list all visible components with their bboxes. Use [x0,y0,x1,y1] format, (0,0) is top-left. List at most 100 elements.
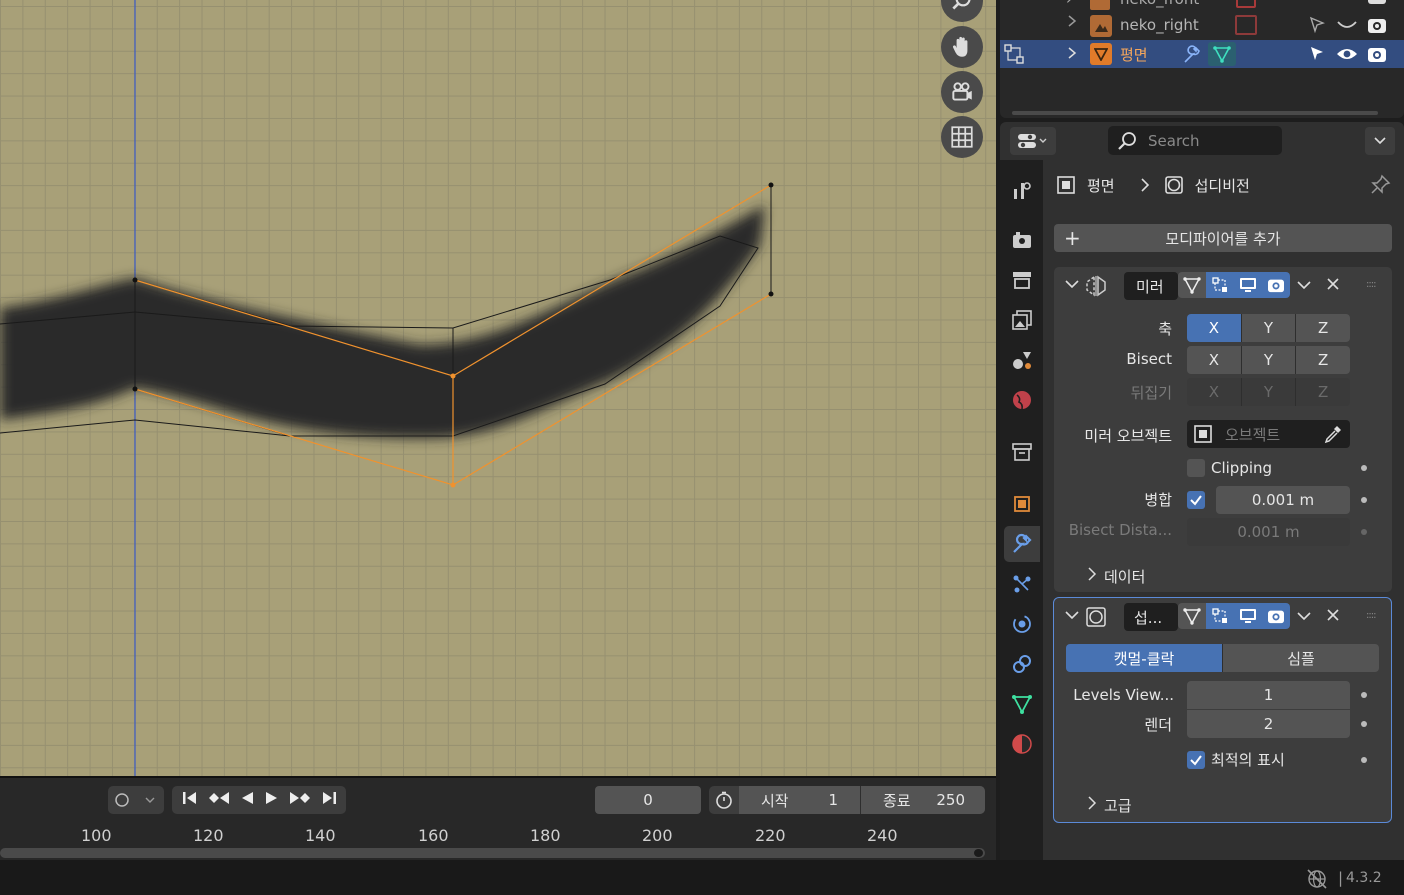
object-mode-icon[interactable] [1004,44,1024,68]
advanced-subpanel-label[interactable]: 고급 [1104,795,1132,816]
tab-world[interactable] [1004,382,1040,418]
select-arrow-icon[interactable] [1308,16,1326,38]
chevron-down-icon[interactable] [1064,608,1080,626]
optimal-display-checkbox[interactable] [1187,751,1205,769]
outliner-row[interactable]: neko_right [1000,12,1404,40]
render-camera-icon[interactable] [1367,16,1387,38]
flip-y-toggle[interactable]: Y [1241,378,1297,406]
outliner-row-selected[interactable]: 평면 [1000,40,1404,68]
axis-z-toggle[interactable]: Z [1296,314,1350,342]
keyframe-dot[interactable] [1361,465,1367,471]
timeline-scrollbar[interactable] [0,848,985,858]
options-dropdown[interactable] [1365,127,1395,155]
render-camera-icon[interactable] [1262,272,1290,298]
modifier-name-field[interactable]: 섭... [1124,603,1178,631]
tab-tool[interactable] [1004,172,1040,208]
tab-modifiers[interactable] [1004,526,1040,562]
mirror-object-field[interactable]: 오브젝트 [1187,420,1350,448]
eyedropper-icon[interactable] [1323,424,1343,448]
viewport-display-icon[interactable] [1234,272,1262,298]
tab-scene[interactable] [1004,342,1040,378]
tab-physics[interactable] [1004,606,1040,642]
edit-mode-icon[interactable] [1206,603,1234,629]
clipping-checkbox[interactable] [1187,459,1205,477]
render-camera-icon[interactable] [1368,0,1386,4]
tab-object[interactable] [1004,486,1040,522]
bisect-y-toggle[interactable]: Y [1241,346,1297,374]
pin-icon[interactable] [1369,174,1391,200]
wrench-icon[interactable] [1182,45,1202,69]
render-levels-field[interactable]: 2 [1187,710,1350,738]
chevron-right-icon[interactable]: › [1066,0,1072,8]
play-icon[interactable] [264,790,280,810]
chevron-down-icon[interactable] [136,794,164,806]
bisect-x-toggle[interactable]: X [1187,346,1242,374]
merge-checkbox[interactable] [1187,491,1205,509]
stopwatch-icon[interactable] [709,790,739,810]
render-camera-icon[interactable] [1262,603,1290,629]
tab-constraints[interactable] [1004,646,1040,682]
axis-y-toggle[interactable]: Y [1241,314,1297,342]
mesh-data-icon[interactable] [1208,42,1236,66]
keying-toggle[interactable] [108,786,164,814]
record-icon[interactable] [108,792,136,808]
catmull-clark-option[interactable]: 캣멀-클락 [1066,644,1223,672]
jump-end-icon[interactable] [320,790,338,810]
data-subpanel-label[interactable]: 데이터 [1104,566,1145,587]
properties-search[interactable]: Search [1108,126,1282,155]
keyframe-dot[interactable] [1361,497,1367,503]
tab-view-layer[interactable] [1004,302,1040,338]
keyframe-dot[interactable] [1361,721,1367,727]
start-frame-field[interactable]: 시작 1 [739,786,861,814]
modifier-name-field[interactable]: 미러 [1124,272,1178,300]
chevron-down-icon[interactable] [1064,277,1080,295]
eye-closed-icon[interactable] [1336,18,1358,36]
chevron-right-icon[interactable] [1086,566,1098,586]
tab-particles[interactable] [1004,566,1040,602]
tab-collection[interactable] [1004,434,1040,470]
add-modifier-button[interactable]: + 모디파이어를 추가 [1054,224,1392,252]
bisect-z-toggle[interactable]: Z [1296,346,1350,374]
drag-handle-icon[interactable]: :::: [1366,279,1377,290]
axis-x-toggle[interactable]: X [1187,314,1242,342]
edit-mode-icon[interactable] [1206,272,1234,298]
chevron-right-icon[interactable] [1066,46,1078,64]
jump-start-icon[interactable] [181,790,199,810]
keyframe-dot[interactable] [1361,692,1367,698]
select-arrow-icon[interactable] [1308,45,1326,67]
chevron-right-icon[interactable] [1066,14,1078,32]
play-reverse-icon[interactable] [239,790,255,810]
tab-material[interactable] [1004,726,1040,762]
chevron-down-icon[interactable] [1296,278,1312,296]
camera-view-button[interactable] [941,71,983,113]
drag-handle-icon[interactable]: :::: [1366,610,1377,621]
end-frame-field[interactable]: 종료 250 [861,786,985,814]
edit-mode-cage-icon[interactable] [1178,272,1206,298]
close-icon[interactable] [1326,608,1340,626]
keyframe-dot[interactable] [1361,529,1367,535]
tab-output[interactable] [1004,262,1040,298]
chevron-down-icon[interactable] [1296,609,1312,627]
editor-type-button[interactable] [1010,127,1056,155]
tab-render[interactable] [1004,222,1040,258]
simple-option[interactable]: 심플 [1223,644,1379,672]
viewport-display-icon[interactable] [1234,603,1262,629]
outliner-item-name[interactable]: 평면 [1120,44,1148,65]
eye-icon[interactable] [1336,46,1358,66]
current-frame-field[interactable]: 0 [595,786,701,814]
merge-distance-field[interactable]: 0.001 m [1216,486,1350,514]
flip-z-toggle[interactable]: Z [1296,378,1350,406]
close-icon[interactable] [1326,277,1340,295]
ortho-toggle-button[interactable] [941,116,983,158]
next-keyframe-icon[interactable] [289,790,311,810]
prev-keyframe-icon[interactable] [208,790,230,810]
tab-data[interactable] [1004,686,1040,722]
bisect-distance-field[interactable]: 0.001 m [1187,518,1350,546]
render-camera-icon[interactable] [1367,45,1387,67]
flip-x-toggle[interactable]: X [1187,378,1242,406]
keyframe-dot[interactable] [1361,757,1367,763]
levels-viewport-field[interactable]: 1 [1187,681,1350,709]
pan-button[interactable] [941,26,983,68]
outliner-item-name[interactable]: neko_right [1120,16,1199,34]
3d-viewport[interactable] [0,0,996,776]
